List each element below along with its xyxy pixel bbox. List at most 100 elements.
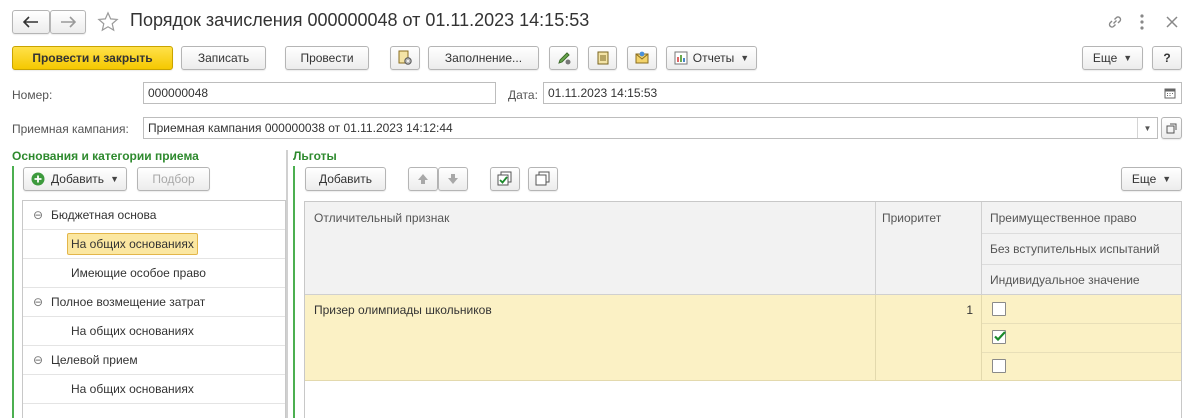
window-title: Порядок зачисления 000000048 от 01.11.20… <box>130 10 590 30</box>
header-divider <box>982 233 1181 234</box>
campaign-dropdown-button[interactable]: ▼ <box>1137 118 1157 138</box>
edit-movements-button[interactable] <box>549 46 578 70</box>
link-icon[interactable] <box>1105 12 1125 32</box>
cell-feature[interactable]: Призер олимпиады школьников <box>314 303 492 317</box>
benefits-grid: Отличительный признак Приоритет Преимуще… <box>304 201 1182 418</box>
dropdown-caret-icon: ▼ <box>1123 53 1133 63</box>
tree-row-group[interactable]: ⊖ Полное возмещение затрат <box>23 288 285 317</box>
tree-row-item[interactable]: Имеющие особое право <box>23 259 285 288</box>
arrow-right-icon <box>60 16 76 28</box>
row-divider <box>981 295 982 381</box>
left-panel-title: Основания и категории приема <box>12 149 199 163</box>
advantage-checkbox[interactable] <box>992 302 1006 316</box>
forward-button[interactable] <box>50 10 86 34</box>
right-add-button[interactable]: Добавить <box>305 167 386 191</box>
close-icon[interactable] <box>1162 12 1182 32</box>
row-divider <box>982 323 1181 324</box>
right-more-button[interactable]: Еще ▼ <box>1121 167 1182 191</box>
tree-row-item[interactable]: На общих основаниях <box>23 230 285 259</box>
tree-item-label: Целевой прием <box>51 353 138 367</box>
campaign-open-button[interactable] <box>1161 117 1182 139</box>
uncheck-all-icon <box>535 171 551 187</box>
document-icon <box>595 50 611 66</box>
tree-row-group[interactable]: ⊖ Бюджетная основа <box>23 201 285 230</box>
tree-item-label: Полное возмещение затрат <box>51 295 206 309</box>
envelope-icon <box>634 50 650 66</box>
arrow-up-icon <box>417 173 429 185</box>
pick-button[interactable]: Подбор <box>137 167 210 191</box>
left-panel-accent-bar <box>12 166 14 418</box>
help-button[interactable]: ? <box>1152 46 1182 70</box>
tree-item-label: На общих основаниях <box>71 324 194 338</box>
more-button[interactable]: Еще ▼ <box>1082 46 1143 70</box>
write-button[interactable]: Записать <box>181 46 266 70</box>
tree-item-label: Имеющие особое право <box>71 266 206 280</box>
check-all-button[interactable] <box>490 167 520 191</box>
chevron-down-icon: ▼ <box>1143 123 1152 133</box>
number-field[interactable]: 000000048 <box>143 82 496 104</box>
move-down-button[interactable] <box>438 167 468 191</box>
uncheck-all-button[interactable] <box>528 167 558 191</box>
more-vertical-icon[interactable] <box>1135 12 1149 32</box>
dropdown-caret-icon: ▼ <box>110 174 119 184</box>
date-label: Дата: <box>508 88 538 102</box>
document-settings-button[interactable] <box>390 46 420 70</box>
more-label: Еще <box>1092 51 1118 65</box>
collapse-icon[interactable]: ⊖ <box>33 295 45 309</box>
star-icon[interactable] <box>97 11 119 33</box>
reports-label: Отчеты <box>692 51 735 65</box>
collapse-icon[interactable]: ⊖ <box>33 208 45 222</box>
post-button[interactable]: Провести <box>285 46 369 70</box>
send-message-button[interactable] <box>627 46 657 70</box>
arrow-left-icon <box>23 16 39 28</box>
right-panel-accent-bar <box>293 166 295 418</box>
campaign-field[interactable]: Приемная кампания 000000038 от 01.11.202… <box>143 117 1158 139</box>
header-divider <box>875 202 876 295</box>
row-divider <box>875 295 876 381</box>
column-header-priority[interactable]: Приоритет <box>882 211 941 225</box>
panel-splitter[interactable] <box>286 150 288 418</box>
left-add-label: Добавить <box>51 172 105 186</box>
check-all-icon <box>497 171 513 187</box>
chart-icon <box>674 51 688 65</box>
dropdown-caret-icon: ▼ <box>740 53 750 63</box>
pencil-icon <box>556 50 572 66</box>
campaign-value: Приемная кампания 000000038 от 01.11.202… <box>148 121 453 135</box>
individual-checkbox[interactable] <box>992 359 1006 373</box>
checkmark-icon <box>993 329 1007 346</box>
column-header-no-exams[interactable]: Без вступительных испытаний <box>990 242 1160 256</box>
calendar-icon[interactable] <box>1164 87 1176 99</box>
campaign-label: Приемная кампания: <box>12 122 129 136</box>
left-add-button[interactable]: Добавить ▼ <box>23 167 127 191</box>
tree-row-item[interactable]: На общих основаниях <box>23 317 285 346</box>
tree-row-item[interactable]: На общих основаниях <box>23 375 285 404</box>
reports-button[interactable]: Отчеты ▼ <box>666 46 757 70</box>
no-exams-checkbox[interactable] <box>992 330 1006 344</box>
dropdown-caret-icon: ▼ <box>1162 174 1172 184</box>
date-value: 01.11.2023 14:15:53 <box>548 86 658 100</box>
row-divider <box>982 352 1181 353</box>
back-button[interactable] <box>12 10 50 34</box>
header-divider <box>982 264 1181 265</box>
plus-circle-icon <box>31 172 45 186</box>
column-header-advantage[interactable]: Преимущественное право <box>990 211 1137 225</box>
column-header-individual[interactable]: Индивидуальное значение <box>990 273 1140 287</box>
header-divider <box>981 202 982 295</box>
post-and-close-button[interactable]: Провести и закрыть <box>12 46 173 70</box>
print-button[interactable] <box>588 46 617 70</box>
arrow-down-icon <box>447 173 459 185</box>
cell-priority[interactable]: 1 <box>885 303 973 317</box>
collapse-icon[interactable]: ⊖ <box>33 353 45 367</box>
fill-button[interactable]: Заполнение... <box>428 46 539 70</box>
tree-item-label-selected: На общих основаниях <box>67 233 198 255</box>
move-up-button[interactable] <box>408 167 438 191</box>
document-gear-icon <box>397 50 413 66</box>
right-more-label: Еще <box>1131 172 1157 186</box>
tree-item-label: Бюджетная основа <box>51 208 157 222</box>
column-header-feature[interactable]: Отличительный признак <box>314 211 449 225</box>
tree-row-group[interactable]: ⊖ Целевой прием <box>23 346 285 375</box>
date-field[interactable]: 01.11.2023 14:15:53 <box>543 82 1182 104</box>
tree-item-label: На общих основаниях <box>71 382 194 396</box>
right-panel-title: Льготы <box>293 149 337 163</box>
table-row[interactable]: Призер олимпиады школьников 1 <box>305 295 1181 381</box>
